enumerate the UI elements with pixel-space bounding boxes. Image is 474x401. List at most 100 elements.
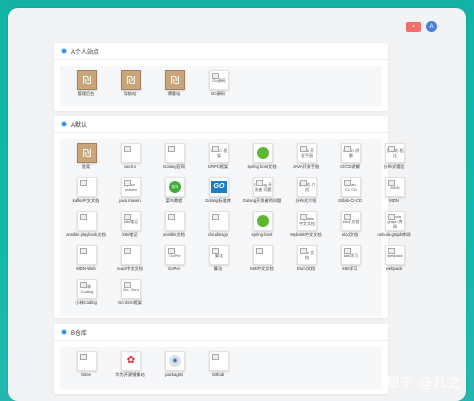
nav-link-tile[interactable]: Dumi 文档 Dumi文档 xyxy=(286,243,326,279)
avatar[interactable]: A xyxy=(426,21,437,32)
nav-link-tile[interactable]: 菜鸟 菜鸟教程 xyxy=(154,175,194,211)
tile-label: JAVA开发手册 xyxy=(292,164,320,169)
nav-link-tile[interactable]: ansible文档 xyxy=(154,209,194,245)
package-icon: ◉ xyxy=(165,351,185,371)
nav-link-tile[interactable]: react中文文档 xyxy=(110,243,150,279)
broken-image-icon: Mybatis 中文文档 xyxy=(297,211,317,231)
nav-link-tile[interactable]: etcd 文档 etcd文档 xyxy=(330,209,370,245)
icon-text: Mybatis 中文文档 xyxy=(299,216,315,226)
broken-image-icon xyxy=(209,351,229,371)
nav-link-tile[interactable]: Gitee xyxy=(66,349,106,385)
icon-text: 算法 xyxy=(215,252,223,258)
nav-link-tile[interactable]: 分布式 相比 分布式相比 xyxy=(374,141,414,177)
ru-icon: ₪ xyxy=(165,70,185,90)
tile-label: Gitee xyxy=(80,372,91,377)
icon-text: Go源码 xyxy=(212,77,226,83)
icon-text: Gitlab- CI- CD xyxy=(344,182,358,192)
nav-link-tile[interactable]: 算法 算法 xyxy=(198,243,238,279)
broken-image-icon: etcd 文档 xyxy=(341,211,361,231)
section-title: A默认 xyxy=(71,122,88,129)
huawei-icon: ✿ xyxy=(121,351,141,371)
nav-link-tile[interactable]: k8s笔记 k8s笔记 xyxy=(110,209,150,245)
tile-label: Mybatis中文文档 xyxy=(290,232,322,237)
tile-label: ansible playbook文档 xyxy=(66,232,106,237)
tile-label: Gitlab-CI-CD xyxy=(338,198,362,203)
nav-link-tile[interactable]: k8s学习 k8s学习 xyxy=(330,243,370,279)
nav-link-tile[interactable]: ✿ 华为开源镜像站 xyxy=(110,349,150,385)
nav-link-tile[interactable]: ₪ 博客站 xyxy=(154,68,194,104)
icon-text: k8s笔记 xyxy=(123,218,139,224)
nav-link-tile[interactable]: ansible playbook文档 xyxy=(66,209,106,245)
nav-link-tile[interactable]: GRPC 框架 GRPC框架 xyxy=(198,141,238,177)
tile-label: 分布式介绍 xyxy=(295,198,317,203)
nav-link-tile[interactable]: java maven java maven xyxy=(110,175,150,211)
broken-image-icon: Go- Zero xyxy=(121,279,141,299)
nav-link-tile[interactable]: k8s中文文档 xyxy=(242,243,282,279)
nav-link-tile[interactable]: Golang官网 xyxy=(154,141,194,177)
tile-label: ansible文档 xyxy=(163,232,185,237)
section-body: ₪ 管理后台 ₪ 导航站 ₪ 博客站 Go源码 Go源码 xyxy=(60,66,382,106)
spring-icon xyxy=(253,143,273,163)
broken-image-icon: Dumi 文档 xyxy=(297,245,317,265)
broken-image-icon xyxy=(77,245,97,265)
nav-link-tile[interactable]: webpack webpack xyxy=(374,243,414,279)
nav-link-tile[interactable]: MDN MDN xyxy=(374,175,414,211)
broken-image-icon xyxy=(209,211,229,231)
section-header: B仓库 xyxy=(54,324,388,341)
top-action-button[interactable]: ▪ xyxy=(406,22,421,32)
section-card-default: A默认 ₪ 答案 vue3.x Golang官网 GRPC 框架 GRPC框架 spring… xyxy=(54,116,411,318)
nav-link-tile[interactable]: spring boot文档 xyxy=(242,141,282,177)
nav-link-tile[interactable]: JAVA 开发手册 JAVA开发手册 xyxy=(286,141,326,177)
nav-link-tile[interactable]: Golang 开发者 问题 Golang开发者的问题 xyxy=(242,175,282,211)
top-bar: ▪ A xyxy=(8,8,466,38)
tile-label: MDN xyxy=(389,198,399,203)
section-title: A个人站点 xyxy=(71,49,100,56)
icon-text: ₪ xyxy=(126,73,136,87)
nav-link-tile[interactable]: vue3.x xyxy=(110,141,150,177)
nav-link-tile[interactable]: Go源码 Go源码 xyxy=(198,68,238,104)
tile-label: cloudiesgo xyxy=(207,232,229,237)
tile-label: Golang官网 xyxy=(163,164,185,169)
broken-image-icon: 分布式 相比 xyxy=(385,143,405,163)
watermark: 知乎 @凡之 xyxy=(386,376,462,391)
nav-link-tile[interactable]: kafka中文文档 xyxy=(66,175,106,211)
broken-image-icon: 分布式 介绍 xyxy=(297,177,317,197)
icon-text: ◉ xyxy=(169,355,181,367)
go-icon: GO xyxy=(209,177,229,197)
nav-link-tile[interactable]: spring-boot xyxy=(242,209,282,245)
icon-text xyxy=(257,215,269,227)
nav-link-tile[interactable]: ₪ 管理后台 xyxy=(66,68,106,104)
icon-text: MDN xyxy=(390,184,400,190)
nav-link-tile[interactable]: CI/CD 讲解 CI/CD讲解 xyxy=(330,141,370,177)
tile-label: 导航站 xyxy=(123,91,137,96)
nav-link-tile[interactable]: nebula graph 库网 nebula-graph库网 xyxy=(374,209,414,245)
broken-image-icon: GRPC 框架 xyxy=(209,143,229,163)
nav-link-tile[interactable]: ₪ 答案 xyxy=(66,141,106,177)
icon-text: 小林 Coding xyxy=(80,284,94,294)
nav-link-tile[interactable]: Gitlab- CI- CD Gitlab-CI-CD xyxy=(330,175,370,211)
nav-link-tile[interactable]: cloudiesgo xyxy=(198,209,238,245)
broken-image-icon: k8s学习 xyxy=(341,245,361,265)
nav-link-tile[interactable]: GO Golang标准库 xyxy=(198,175,238,211)
tile-label: nebula-graph库网 xyxy=(377,232,411,237)
nav-link-tile[interactable]: GoPer GoPer xyxy=(154,243,194,279)
nav-link-tile[interactable]: Github xyxy=(198,349,238,385)
nav-link-tile[interactable]: ◉ packagist xyxy=(154,349,194,385)
nav-link-tile[interactable]: 小林 Coding 小林Coding xyxy=(66,277,106,313)
broken-image-icon xyxy=(77,177,97,197)
app-window: ▪ A A个人站点 ₪ 管理后台 ₪ 导航站 ₪ 博客站 Go源码 Go源码 A默认 ₪ 答案 v… xyxy=(8,8,466,401)
nav-link-tile[interactable]: 分布式 介绍 分布式介绍 xyxy=(286,175,326,211)
tile-label: CI/CD讲解 xyxy=(340,164,360,169)
ru-icon: ₪ xyxy=(121,70,141,90)
nav-link-tile[interactable]: ₪ 导航站 xyxy=(110,68,150,104)
nav-link-tile[interactable]: MDN-Web xyxy=(66,243,106,279)
tile-label: MDN-Web xyxy=(76,266,96,271)
nav-link-tile[interactable]: Go- Zero Go-Zero框架 xyxy=(110,277,150,313)
broken-image-icon: MDN xyxy=(385,177,405,197)
nav-link-tile[interactable]: Mybatis 中文文档 Mybatis中文文档 xyxy=(286,209,326,245)
tile-label: 算法 xyxy=(213,266,223,271)
icon-text: ₪ xyxy=(170,73,180,87)
ru-icon: ₪ xyxy=(77,143,97,163)
icon-text: ₪ xyxy=(82,73,92,87)
tile-label: Dumi文档 xyxy=(296,266,316,271)
